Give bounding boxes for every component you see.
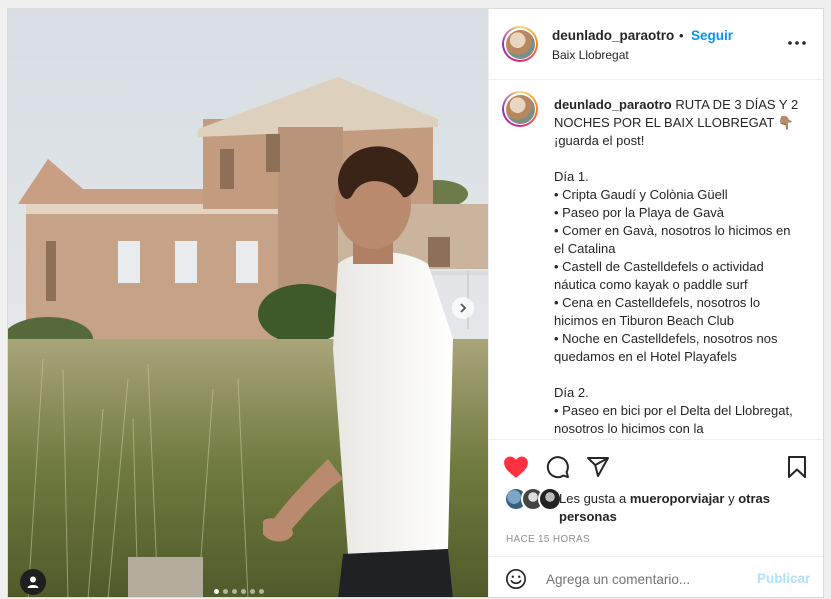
like-button[interactable]: [503, 454, 529, 480]
caption: deunlado_paraotro RUTA DE 3 DÍAS Y 2 NOC…: [554, 96, 799, 438]
caption-username[interactable]: deunlado_paraotro: [554, 97, 672, 112]
carousel-dot: [223, 589, 228, 594]
carousel-dot: [232, 589, 237, 594]
caption-section: deunlado_paraotro RUTA DE 3 DÍAS Y 2 NOC…: [489, 79, 823, 439]
comment-button[interactable]: [545, 454, 571, 480]
save-button[interactable]: [784, 454, 810, 480]
liker-username[interactable]: mueroporviajar: [630, 491, 725, 506]
author-username[interactable]: deunlado_paraotro: [552, 28, 674, 43]
post-side-panel: deunlado_paraotro • Seguir Baix Llobrega…: [488, 9, 823, 597]
comment-box: Publicar: [489, 556, 823, 597]
likes-summary: Les gusta a mueroporviajar y otras perso…: [559, 491, 771, 524]
user-tag-icon: [27, 576, 39, 588]
comment-input[interactable]: [544, 567, 753, 591]
caption-avatar[interactable]: [502, 91, 538, 127]
publish-button[interactable]: Publicar: [757, 571, 810, 586]
carousel-dot: [214, 589, 219, 594]
instagram-post: deunlado_paraotro • Seguir Baix Llobrega…: [7, 8, 824, 598]
location-link[interactable]: Baix Llobregat: [552, 48, 629, 62]
caption-text: RUTA DE 3 DÍAS Y 2 NOCHES POR EL BAIX LL…: [554, 97, 799, 436]
post-photo: [8, 9, 488, 597]
emoji-icon[interactable]: [505, 568, 527, 590]
share-button[interactable]: [585, 454, 611, 480]
carousel-dot: [259, 589, 264, 594]
carousel-indicator: [214, 589, 264, 594]
separator-dot: •: [679, 28, 684, 43]
next-photo-button[interactable]: [452, 297, 474, 319]
post-timestamp[interactable]: HACE 15 HORAS: [506, 534, 590, 545]
avatar[interactable]: [502, 26, 538, 62]
carousel-dot: [241, 589, 246, 594]
more-options-button[interactable]: [786, 34, 808, 52]
heart-filled-icon: [504, 456, 528, 478]
tagged-users-button[interactable]: [20, 569, 46, 595]
liked-by-avatars[interactable]: [504, 487, 562, 511]
post-media[interactable]: [8, 9, 488, 597]
action-bar: Les gusta a mueroporviajar y otras perso…: [489, 439, 823, 557]
carousel-dot: [250, 589, 255, 594]
post-header: deunlado_paraotro • Seguir Baix Llobrega…: [489, 9, 823, 80]
follow-button[interactable]: Seguir: [691, 28, 733, 43]
more-horizontal-icon: [788, 41, 806, 45]
paper-plane-icon: [587, 457, 609, 477]
comment-icon: [546, 456, 569, 479]
bookmark-icon: [788, 456, 806, 478]
chevron-right-icon: [460, 303, 467, 313]
